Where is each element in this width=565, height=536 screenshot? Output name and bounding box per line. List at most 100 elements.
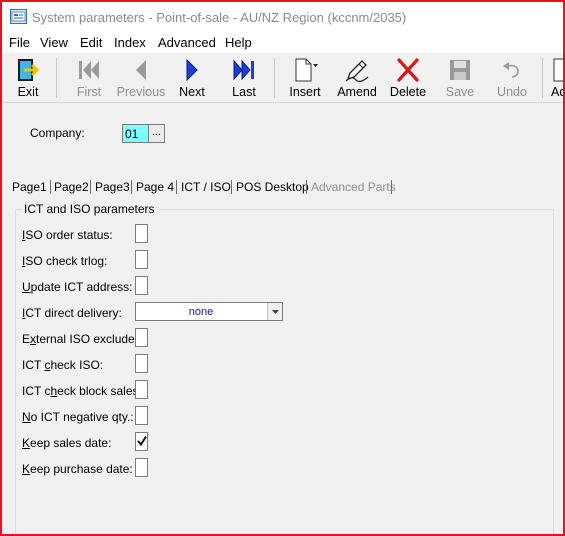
previous-label: Previous	[116, 85, 166, 99]
add-icon	[553, 58, 563, 82]
last-icon	[233, 59, 254, 81]
exit-icon	[18, 59, 40, 81]
tab-page2[interactable]: Page2	[54, 177, 89, 197]
add-label: Ad	[551, 85, 563, 99]
keep-purchase-date-checkbox[interactable]	[135, 458, 148, 477]
exit-button[interactable]: Exit	[6, 55, 50, 101]
label-text: ternal ISO exclude:	[36, 332, 139, 346]
keep-sales-date-label: Keep sales date:	[22, 436, 111, 450]
exit-label: Exit	[17, 85, 39, 99]
tab-separator	[131, 180, 132, 194]
amend-label: Amend	[337, 85, 377, 99]
menu-edit[interactable]: Edit	[80, 35, 102, 50]
iso-check-trlog-checkbox[interactable]	[135, 250, 148, 269]
amend-button[interactable]: Amend	[332, 55, 382, 101]
label-text: o ICT negative qty.:	[30, 410, 134, 424]
company-browse-button[interactable]: ...	[148, 124, 165, 143]
tab-separator	[231, 180, 232, 194]
toolbar: Exit First Previous Next Last Insert Ame…	[2, 53, 563, 103]
menu-file[interactable]: File	[9, 35, 30, 50]
save-disk-icon	[450, 60, 470, 80]
menu-view[interactable]: View	[40, 35, 68, 50]
ict-check-iso-checkbox[interactable]	[135, 354, 148, 373]
mnemonic-key: U	[22, 280, 31, 294]
ict-check-block-sales-checkbox[interactable]	[135, 380, 148, 399]
next-button[interactable]: Next	[170, 55, 214, 101]
menu-advanced[interactable]: Advanced	[158, 35, 216, 50]
next-label: Next	[179, 85, 205, 99]
chevron-down-icon[interactable]	[267, 303, 282, 320]
toolbar-separator	[542, 58, 543, 98]
tab-ict-iso[interactable]: ICT / ISO	[181, 177, 231, 197]
menu-help[interactable]: Help	[225, 35, 252, 50]
delete-button[interactable]: Delete	[386, 55, 430, 101]
iso-order-status-checkbox[interactable]	[135, 224, 148, 243]
delete-label: Delete	[389, 85, 427, 99]
undo-button[interactable]: Undo	[490, 55, 534, 101]
tab-advanced-parts[interactable]: Advanced Parts	[311, 177, 396, 197]
ict-check-block-sales-label: ICT check block sales:	[22, 384, 142, 398]
tab-separator	[50, 180, 51, 194]
next-icon	[186, 58, 198, 82]
tab-page1[interactable]: Page1	[12, 177, 47, 197]
insert-label: Insert	[289, 85, 321, 99]
edit-pencil-icon	[345, 60, 369, 83]
app-icon	[10, 9, 27, 24]
external-iso-exclude-checkbox[interactable]	[135, 328, 148, 347]
delete-x-icon	[397, 58, 419, 82]
ict-check-iso-label: ICT check ISO:	[22, 358, 103, 372]
toolbar-separator	[56, 58, 57, 98]
tab-page3[interactable]: Page3	[95, 177, 130, 197]
last-label: Last	[232, 85, 256, 99]
last-button[interactable]: Last	[222, 55, 266, 101]
first-label: First	[76, 85, 102, 99]
tab-separator	[391, 180, 392, 194]
no-ict-negative-qty-label: No ICT negative qty.:	[22, 410, 134, 424]
label-text: eep sales date:	[30, 436, 112, 450]
label-text: heck ISO:	[50, 358, 104, 372]
add-button[interactable]: Ad	[549, 55, 563, 101]
tab-separator	[176, 180, 177, 194]
company-field[interactable]: 01	[122, 124, 150, 143]
label-text: pdate ICT address:	[30, 280, 133, 294]
groupbox-title: ICT and ISO parameters	[22, 202, 157, 216]
tab-page-4[interactable]: Page 4	[136, 177, 174, 197]
label-text: SO check trlog:	[25, 254, 108, 268]
tab-separator	[90, 180, 91, 194]
menu-index[interactable]: Index	[114, 35, 146, 50]
menu-bar: File View Edit Index Advanced Help	[2, 32, 563, 53]
tab-pos-desktop[interactable]: POS Desktop	[236, 177, 309, 197]
previous-button[interactable]: Previous	[114, 55, 168, 101]
keep-purchase-date-label: Keep purchase date:	[22, 462, 133, 476]
external-iso-exclude-label: External ISO exclude:	[22, 332, 138, 346]
undo-icon	[503, 62, 519, 78]
insert-button[interactable]: Insert	[282, 55, 328, 101]
keep-sales-date-checkbox[interactable]	[135, 432, 148, 451]
company-label: Company:	[30, 126, 85, 140]
no-ict-negative-qty-checkbox[interactable]	[135, 406, 148, 425]
mnemonic-key: K	[22, 462, 31, 476]
window-title: System parameters - Point-of-sale - AU/N…	[32, 10, 407, 25]
title-bar[interactable]: System parameters - Point-of-sale - AU/N…	[2, 2, 563, 32]
new-document-icon	[295, 58, 318, 82]
ict-direct-delivery-select[interactable]: none	[135, 302, 283, 321]
iso-check-trlog-label: ISO check trlog:	[22, 254, 107, 268]
save-button[interactable]: Save	[438, 55, 482, 101]
label-text: SO order status:	[25, 228, 113, 242]
label-text: CT direct delivery:	[25, 306, 122, 320]
toolbar-separator	[274, 58, 275, 98]
first-icon	[79, 61, 99, 79]
mnemonic-key: N	[22, 410, 31, 424]
mnemonic-key: K	[22, 436, 31, 450]
label-text: eep purchase date:	[30, 462, 133, 476]
checkmark-icon	[137, 435, 147, 447]
label-text: eck block sales:	[57, 384, 142, 398]
app-window: System parameters - Point-of-sale - AU/N…	[0, 0, 565, 536]
save-label: Save	[445, 85, 475, 99]
previous-icon	[136, 60, 146, 80]
update-ict-address-checkbox[interactable]	[135, 276, 148, 295]
first-button[interactable]: First	[66, 55, 112, 101]
ict-direct-delivery-label: ICT direct delivery:	[22, 306, 122, 320]
label-text: E	[22, 332, 31, 346]
tab-separator	[306, 180, 307, 194]
